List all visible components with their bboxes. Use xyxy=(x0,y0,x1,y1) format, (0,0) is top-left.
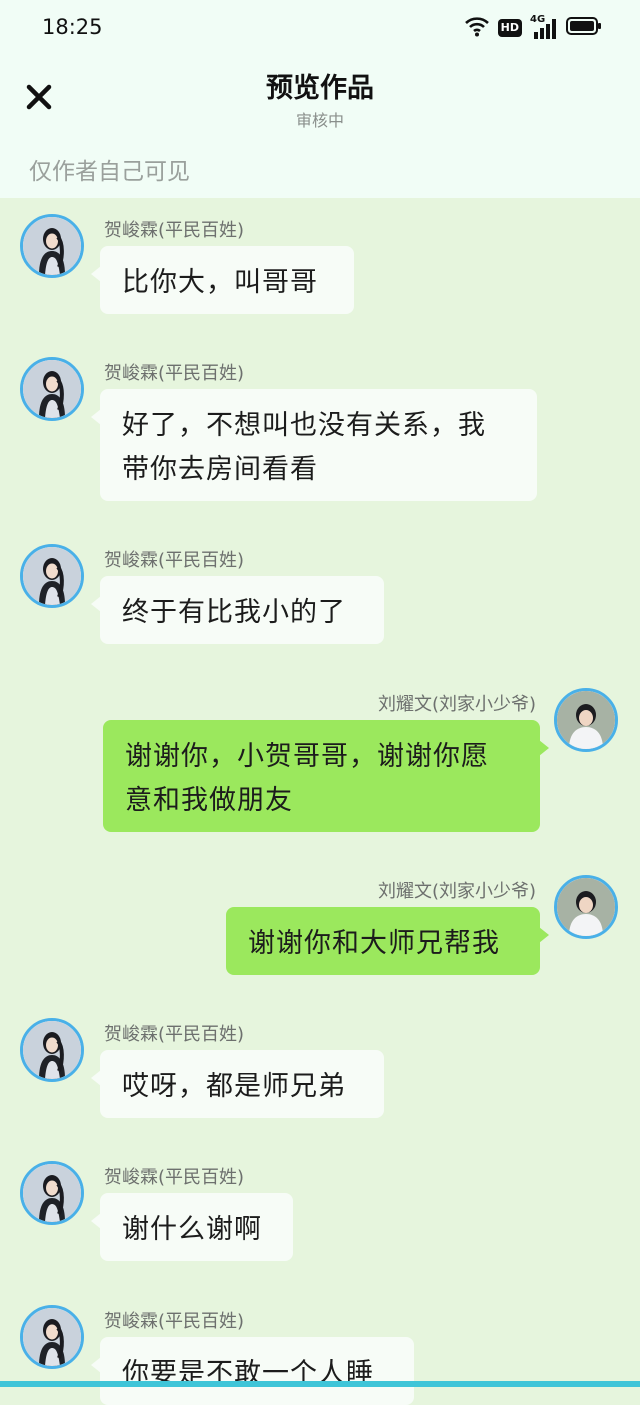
sender-name: 贺峻霖(平民百姓) xyxy=(104,1311,245,1332)
visibility-note: 仅作者自己可见 xyxy=(29,159,190,185)
message-line: 谢什么谢啊 xyxy=(122,1214,262,1245)
review-status: 审核中 xyxy=(295,111,344,130)
message-line: 好了，不想叫也没有关系，我 xyxy=(122,410,486,441)
message-bubble[interactable]: 好了，不想叫也没有关系，我 带你去房间看看 xyxy=(91,389,537,501)
chat-list[interactable]: 贺峻霖(平民百姓) 比你大，叫哥哥 贺峻霖(平民百姓) 好了，不想叫也没有关系，… xyxy=(0,198,640,1405)
message-line: 带你去房间看看 xyxy=(122,454,318,485)
avatar-girl[interactable] xyxy=(20,1161,84,1225)
header: 预览作品 审核中 仅作者自己可见 xyxy=(0,56,640,198)
sender-name: 刘耀文(刘家小少爷) xyxy=(377,694,536,715)
avatar-girl[interactable] xyxy=(20,1018,84,1082)
message-line: 终于有比我小的了 xyxy=(122,597,346,628)
avatar-girl[interactable] xyxy=(20,357,84,421)
status-icons: HD 4G xyxy=(464,14,602,42)
message-bubble[interactable]: 谢什么谢啊 xyxy=(91,1193,293,1261)
sender-name: 贺峻霖(平民百姓) xyxy=(104,1167,245,1188)
message-line: 意和我做朋友 xyxy=(125,785,293,816)
signal-4g-icon: 4G xyxy=(530,14,558,40)
message-bubble[interactable]: 比你大，叫哥哥 xyxy=(91,246,354,314)
message-line: 哎呀，都是师兄弟 xyxy=(122,1071,346,1102)
sender-name: 贺峻霖(平民百姓) xyxy=(104,220,245,241)
message-line: 比你大，叫哥哥 xyxy=(122,267,318,298)
bottom-progress-bar xyxy=(0,1381,640,1387)
sender-name: 贺峻霖(平民百姓) xyxy=(104,363,245,384)
page-title: 预览作品 xyxy=(266,73,374,104)
avatar-girl[interactable] xyxy=(20,214,84,278)
sender-name: 贺峻霖(平民百姓) xyxy=(104,1024,245,1045)
message-bubble[interactable]: 终于有比我小的了 xyxy=(91,576,384,644)
message-line: 谢谢你，小贺哥哥，谢谢你愿 xyxy=(125,741,489,772)
status-time: 18:25 xyxy=(42,15,103,39)
message-bubble[interactable]: 你要是不敢一个人睡 xyxy=(91,1337,414,1405)
avatar-boy[interactable] xyxy=(554,688,618,752)
sender-name: 贺峻霖(平民百姓) xyxy=(104,550,245,571)
avatar-girl[interactable] xyxy=(20,544,84,608)
status-bar: 18:25 HD 4G xyxy=(0,0,640,56)
message-bubble[interactable]: 谢谢你，小贺哥哥，谢谢你愿 意和我做朋友 xyxy=(103,720,549,832)
avatar-boy[interactable] xyxy=(554,875,618,939)
message-bubble[interactable]: 哎呀，都是师兄弟 xyxy=(91,1050,384,1118)
wifi-icon xyxy=(464,15,490,41)
message-line: 谢谢你和大师兄帮我 xyxy=(248,928,500,959)
avatar-girl[interactable] xyxy=(20,1305,84,1369)
message-bubble[interactable]: 谢谢你和大师兄帮我 xyxy=(226,907,549,975)
battery-icon xyxy=(566,16,602,40)
hd-badge-icon: HD xyxy=(497,19,522,37)
sender-name: 刘耀文(刘家小少爷) xyxy=(377,881,536,902)
message-line: 你要是不敢一个人睡 xyxy=(122,1358,374,1389)
